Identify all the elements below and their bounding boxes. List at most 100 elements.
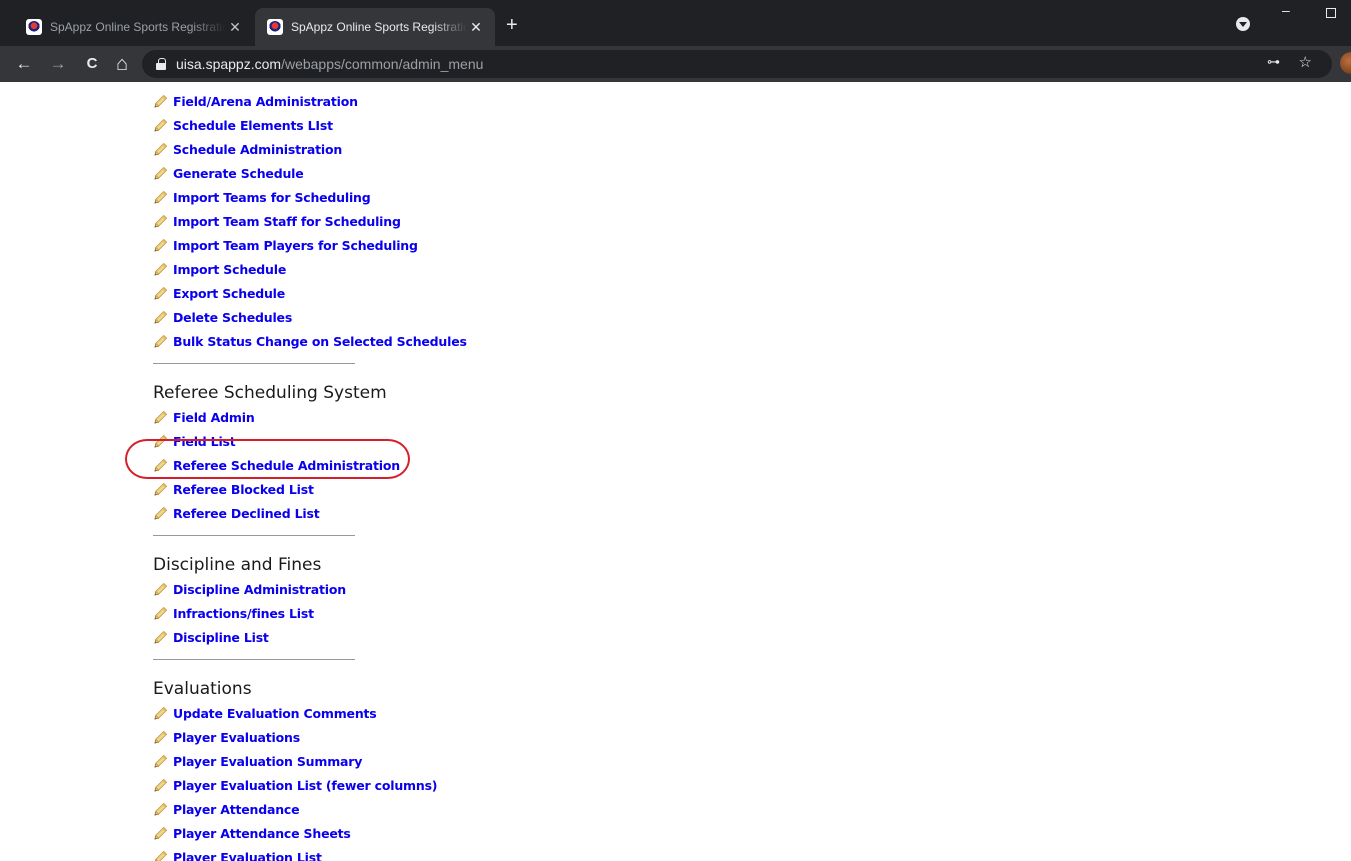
browser-tab-bar: SpAppz Online Sports Registratio ✕ SpApp… [0,0,1351,46]
key-icon[interactable]: ⊶ [1267,54,1280,70]
menu-link[interactable]: Referee Declined List [173,506,320,521]
pencil-icon [153,754,168,769]
pencil-icon [153,118,168,133]
menu-item[interactable]: Referee Declined List [153,501,467,525]
pencil-icon [153,706,168,721]
section-title-discipline: Discipline and Fines [153,555,322,575]
menu-item[interactable]: Schedule Elements LIst [153,113,467,137]
site-favicon-icon [267,19,283,35]
pencil-icon [153,262,168,277]
menu-link[interactable]: Delete Schedules [173,310,292,325]
menu-item[interactable]: Import Team Players for Scheduling [153,233,467,257]
back-button[interactable]: ← [12,52,36,76]
tab-close-icon[interactable]: ✕ [467,19,485,36]
lock-icon [156,58,166,70]
discipline-section: Discipline Administration Infractions/fin… [153,577,467,649]
menu-item[interactable]: Schedule Administration [153,137,467,161]
reload-button[interactable]: C [80,52,104,76]
highlight-annotation [125,439,410,479]
menu-link[interactable]: Import Teams for Scheduling [173,190,371,205]
home-button[interactable]: ⌂ [110,52,134,76]
maximize-button[interactable] [1326,8,1336,18]
pencil-icon [153,310,168,325]
menu-item[interactable]: Discipline Administration [153,577,467,601]
menu-item[interactable]: Import Team Staff for Scheduling [153,209,467,233]
section-divider [153,535,355,536]
pencil-icon [153,166,168,181]
pencil-icon [153,606,168,621]
menu-link[interactable]: Schedule Administration [173,142,342,157]
menu-item[interactable]: Player Evaluation List (fewer columns) [153,773,467,797]
pencil-icon [153,482,168,497]
tab-title: SpAppz Online Sports Registratio [291,20,467,34]
url-path: /webapps/common/admin_menu [281,56,484,72]
minimize-button[interactable]: – [1282,2,1290,18]
menu-link[interactable]: Update Evaluation Comments [173,706,377,721]
menu-item[interactable]: Field Admin [153,405,467,429]
menu-link[interactable]: Discipline List [173,630,269,645]
tab-search-icon[interactable] [1236,17,1250,31]
menu-link[interactable]: Generate Schedule [173,166,304,181]
menu-link[interactable]: Infractions/fines List [173,606,314,621]
evaluations-section: Update Evaluation Comments Player Evaluat… [153,701,467,861]
menu-link[interactable]: Import Team Staff for Scheduling [173,214,401,229]
browser-tab[interactable]: SpAppz Online Sports Registratio ✕ [14,8,254,46]
forward-button[interactable]: → [46,52,70,76]
new-tab-button[interactable]: + [506,15,518,35]
menu-item[interactable]: Bulk Status Change on Selected Schedules [153,329,467,353]
menu-link[interactable]: Schedule Elements LIst [173,118,333,133]
menu-item[interactable]: Player Evaluations [153,725,467,749]
menu-link[interactable]: Player Attendance [173,802,300,817]
menu-item[interactable]: Import Schedule [153,257,467,281]
pencil-icon [153,730,168,745]
address-bar[interactable]: uisa.spappz.com /webapps/common/admin_me… [142,50,1332,78]
menu-link[interactable]: Player Evaluation List [173,850,322,861]
menu-item[interactable]: Delete Schedules [153,305,467,329]
menu-item[interactable]: Player Attendance Sheets [153,821,467,845]
menu-link[interactable]: Player Evaluations [173,730,300,745]
menu-link[interactable]: Field Admin [173,410,255,425]
site-favicon-icon [26,19,42,35]
menu-link[interactable]: Import Schedule [173,262,286,277]
menu-item[interactable]: Generate Schedule [153,161,467,185]
pencil-icon [153,214,168,229]
star-icon[interactable]: ☆ [1299,53,1312,71]
pencil-icon [153,802,168,817]
menu-item[interactable]: Field/Arena Administration [153,89,467,113]
menu-item[interactable]: Update Evaluation Comments [153,701,467,725]
menu-item[interactable]: Discipline List [153,625,467,649]
pencil-icon [153,190,168,205]
menu-link[interactable]: Export Schedule [173,286,285,301]
browser-tab-active[interactable]: SpAppz Online Sports Registratio ✕ [255,8,495,46]
pencil-icon [153,238,168,253]
menu-link[interactable]: Discipline Administration [173,582,346,597]
menu-item[interactable]: Player Evaluation Summary [153,749,467,773]
pencil-icon [153,826,168,841]
url-host: uisa.spappz.com [176,56,282,72]
admin-menu-page: Field/Arena Administration Schedule Eleme… [0,82,1351,861]
pencil-icon [153,142,168,157]
menu-item[interactable]: Referee Blocked List [153,477,467,501]
menu-link[interactable]: Bulk Status Change on Selected Schedules [173,334,467,349]
menu-item[interactable]: Infractions/fines List [153,601,467,625]
menu-link[interactable]: Referee Blocked List [173,482,314,497]
section-divider [153,659,355,660]
menu-item[interactable]: Import Teams for Scheduling [153,185,467,209]
menu-link[interactable]: Player Evaluation Summary [173,754,362,769]
section-title-referee: Referee Scheduling System [153,383,387,403]
menu-item[interactable]: Player Attendance [153,797,467,821]
menu-link[interactable]: Player Attendance Sheets [173,826,351,841]
pencil-icon [153,94,168,109]
menu-link[interactable]: Import Team Players for Scheduling [173,238,418,253]
pencil-icon [153,778,168,793]
menu-item[interactable]: Player Evaluation List [153,845,467,861]
pencil-icon [153,850,168,861]
pencil-icon [153,630,168,645]
tab-title: SpAppz Online Sports Registratio [50,20,226,34]
section-divider [153,363,355,364]
pencil-icon [153,582,168,597]
menu-item[interactable]: Export Schedule [153,281,467,305]
tab-close-icon[interactable]: ✕ [226,19,244,36]
menu-link[interactable]: Player Evaluation List (fewer columns) [173,778,438,793]
menu-link[interactable]: Field/Arena Administration [173,94,358,109]
